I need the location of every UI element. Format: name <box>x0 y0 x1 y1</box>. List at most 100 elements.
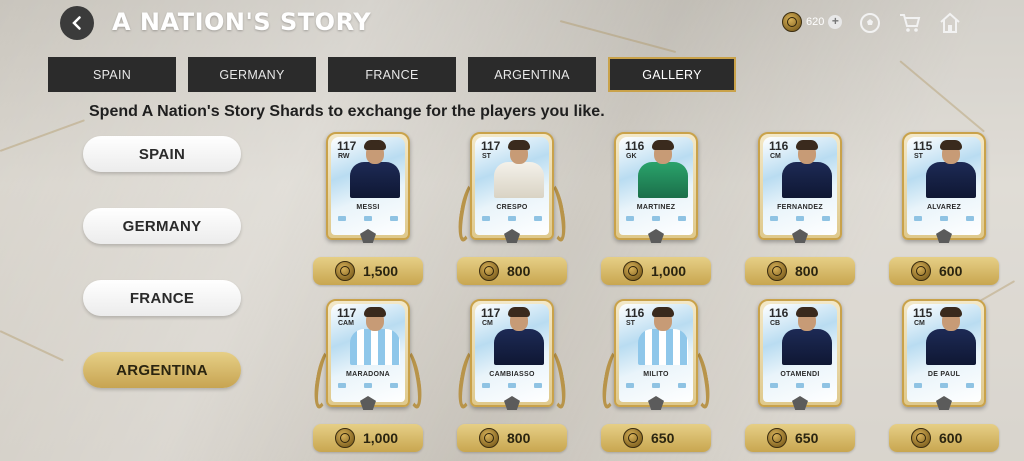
gallery-description: Spend A Nation's Story Shards to exchang… <box>89 103 605 120</box>
player-card-slot[interactable]: 116 CB OTAMENDI 650 <box>745 299 855 461</box>
tab-argentina[interactable]: ARGENTINA <box>468 57 596 92</box>
player-card[interactable]: 115 CM DE PAUL <box>902 299 986 407</box>
player-kit <box>782 162 832 198</box>
card-badges <box>914 216 974 222</box>
card-badges <box>482 216 542 222</box>
player-kit <box>350 162 400 198</box>
plus-icon[interactable]: + <box>828 15 843 29</box>
player-rating: 117 <box>481 306 501 320</box>
player-card-slot[interactable]: 117 RW MESSI 1,500 <box>313 132 423 296</box>
player-position: CB <box>770 320 781 327</box>
tab-spain[interactable]: SPAIN <box>48 57 176 92</box>
flag-icon <box>626 216 634 221</box>
league-icon <box>534 216 542 221</box>
player-card[interactable]: 116 CB OTAMENDI <box>758 299 842 407</box>
player-card[interactable]: 117 RW MESSI <box>326 132 410 240</box>
player-card[interactable]: 115 ST ALVAREZ <box>902 132 986 240</box>
player-hair <box>508 307 530 317</box>
league-icon <box>390 216 398 221</box>
coin-icon <box>782 12 802 32</box>
player-card[interactable]: 117 ST CRESPO <box>470 132 554 240</box>
player-kit <box>494 162 544 198</box>
card-badges <box>770 216 830 222</box>
player-hair <box>940 140 962 150</box>
player-name: MARTINEZ <box>636 204 676 211</box>
coin-icon <box>335 261 355 281</box>
card-badges <box>770 383 830 389</box>
player-card-slot[interactable]: 116 CM FERNANDEZ 800 <box>745 132 855 296</box>
player-kit <box>782 329 832 365</box>
exchange-price-button[interactable]: 600 <box>889 424 999 452</box>
player-card-slot[interactable]: 116 GK MARTINEZ 1,000 <box>601 132 711 296</box>
currency-amount: 620 <box>806 16 825 28</box>
player-card[interactable]: 116 CM FERNANDEZ <box>758 132 842 240</box>
back-button[interactable] <box>60 6 94 40</box>
price-value: 800 <box>507 430 531 446</box>
player-position: CM <box>914 320 925 327</box>
sidebar-item-argentina[interactable]: ARGENTINA <box>83 352 241 388</box>
player-rating: 116 <box>769 306 789 320</box>
player-card-slot[interactable]: 115 ST ALVAREZ 600 <box>889 132 999 296</box>
tab-gallery[interactable]: GALLERY <box>608 57 736 92</box>
player-name: MESSI <box>356 204 380 211</box>
club-icon <box>796 383 804 388</box>
exchange-price-button[interactable]: 800 <box>457 424 567 452</box>
exchange-price-button[interactable]: 650 <box>601 424 711 452</box>
league-icon <box>678 383 686 388</box>
tab-france[interactable]: FRANCE <box>328 57 456 92</box>
flag-icon <box>482 216 490 221</box>
player-card[interactable]: 116 ST MILITO <box>614 299 698 407</box>
player-card-slot[interactable]: 117 CAM MARADONA 1,000 <box>310 299 426 461</box>
exchange-price-button[interactable]: 800 <box>457 257 567 285</box>
player-rating: 115 <box>913 306 933 320</box>
league-icon <box>966 216 974 221</box>
player-card-slot[interactable]: 115 CM DE PAUL 600 <box>889 299 999 461</box>
player-hair <box>652 307 674 317</box>
player-card[interactable]: 117 CM CAMBIASSO <box>470 299 554 407</box>
club-icon <box>940 383 948 388</box>
player-card[interactable]: 117 CAM MARADONA <box>326 299 410 407</box>
cart-icon[interactable] <box>898 12 922 34</box>
club-icon <box>364 383 372 388</box>
player-hair <box>364 307 386 317</box>
nation-tabs: SPAIN GERMANY FRANCE ARGENTINA GALLERY <box>48 57 736 92</box>
club-icon <box>652 383 660 388</box>
league-icon <box>966 383 974 388</box>
player-card-slot[interactable]: 117 CM CAMBIASSO 800 <box>454 299 570 461</box>
exchange-price-button[interactable]: 1,500 <box>313 257 423 285</box>
exchange-price-button[interactable]: 800 <box>745 257 855 285</box>
league-icon <box>822 216 830 221</box>
player-hair <box>508 140 530 150</box>
page-title: A NATION'S STORY <box>112 8 372 36</box>
player-card[interactable]: 116 GK MARTINEZ <box>614 132 698 240</box>
sidebar-item-france[interactable]: FRANCE <box>83 280 241 316</box>
sidebar-item-germany[interactable]: GERMANY <box>83 208 241 244</box>
price-value: 600 <box>939 263 963 279</box>
player-kit <box>638 329 688 365</box>
coin-icon <box>767 261 787 281</box>
exchange-price-button[interactable]: 650 <box>745 424 855 452</box>
player-card-slot[interactable]: 116 ST MILITO 650 <box>598 299 714 461</box>
tab-germany[interactable]: GERMANY <box>188 57 316 92</box>
player-position: GK <box>626 153 637 160</box>
card-badges <box>626 216 686 222</box>
player-name: CAMBIASSO <box>489 371 535 378</box>
exchange-price-button[interactable]: 1,000 <box>601 257 711 285</box>
football-icon[interactable] <box>858 12 882 34</box>
player-card-slot[interactable]: 117 ST CRESPO 800 <box>454 132 570 296</box>
player-kit <box>638 162 688 198</box>
league-icon <box>678 216 686 221</box>
player-kit <box>350 329 400 365</box>
home-icon[interactable] <box>938 12 962 34</box>
exchange-price-button[interactable]: 1,000 <box>313 424 423 452</box>
sidebar-item-spain[interactable]: SPAIN <box>83 136 241 172</box>
player-position: CAM <box>338 320 354 327</box>
coin-icon <box>335 428 355 448</box>
club-icon <box>364 216 372 221</box>
coin-icon <box>479 261 499 281</box>
league-icon <box>534 383 542 388</box>
flag-icon <box>482 383 490 388</box>
player-name: CRESPO <box>496 204 528 211</box>
exchange-price-button[interactable]: 600 <box>889 257 999 285</box>
player-name: MILITO <box>643 371 669 378</box>
